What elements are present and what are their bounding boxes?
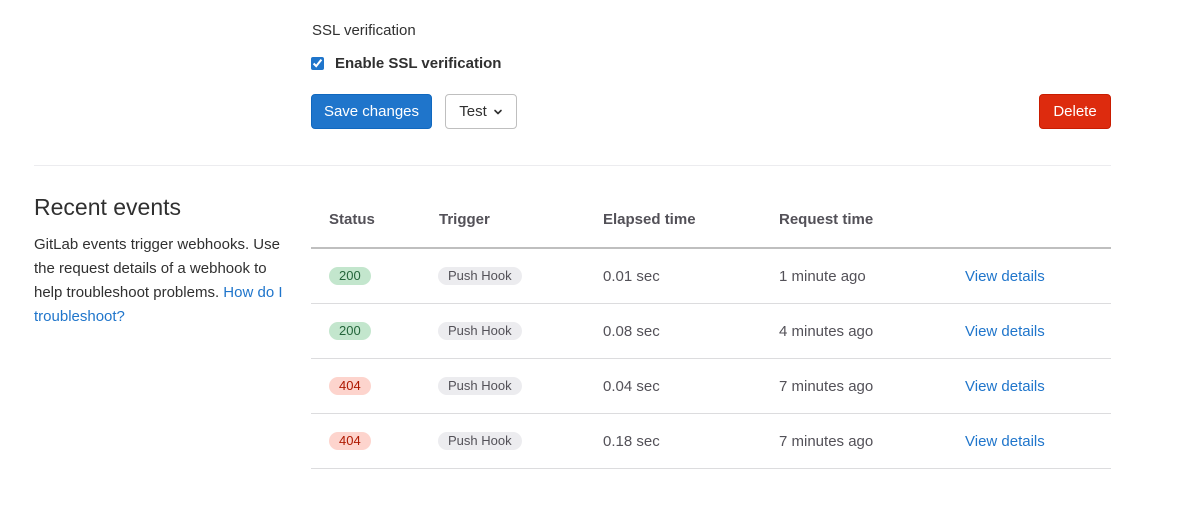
request-time: 4 minutes ago [779, 322, 874, 340]
trigger-badge: Push Hook [438, 377, 522, 395]
column-header-elapsed-time: Elapsed time [603, 211, 696, 228]
elapsed-time: 0.18 sec [603, 432, 660, 450]
request-time: 1 minute ago [779, 267, 866, 285]
ssl-verification-checkbox[interactable] [311, 57, 324, 70]
table-row: 200 Push Hook 0.08 sec 4 minutes ago Vie… [311, 304, 1111, 359]
trigger-badge: Push Hook [438, 267, 522, 285]
recent-events-table: Status Trigger Elapsed time Request time… [311, 196, 1111, 469]
elapsed-time: 0.01 sec [603, 267, 660, 285]
view-details-link[interactable]: View details [965, 323, 1045, 340]
table-header: Status Trigger Elapsed time Request time [311, 196, 1111, 249]
chevron-down-icon [493, 107, 503, 117]
ssl-verification-title: SSL verification [312, 22, 416, 39]
table-row: 404 Push Hook 0.04 sec 7 minutes ago Vie… [311, 359, 1111, 414]
test-label: Test [459, 103, 487, 120]
section-divider [34, 165, 1111, 166]
status-badge: 200 [329, 322, 371, 340]
view-details-link[interactable]: View details [965, 268, 1045, 285]
status-badge: 404 [329, 432, 371, 450]
view-details-link[interactable]: View details [965, 378, 1045, 395]
view-details-link[interactable]: View details [965, 433, 1045, 450]
status-badge: 404 [329, 377, 371, 395]
table-row: 404 Push Hook 0.18 sec 7 minutes ago Vie… [311, 414, 1111, 469]
request-time: 7 minutes ago [779, 377, 874, 395]
status-badge: 200 [329, 267, 371, 285]
save-changes-button[interactable]: Save changes [311, 94, 432, 129]
elapsed-time: 0.04 sec [603, 377, 660, 395]
column-header-trigger: Trigger [439, 211, 490, 228]
elapsed-time: 0.08 sec [603, 322, 660, 340]
test-dropdown-button[interactable]: Test [445, 94, 517, 129]
recent-events-heading: Recent events [34, 194, 182, 220]
trigger-badge: Push Hook [438, 322, 522, 340]
table-row: 200 Push Hook 0.01 sec 1 minute ago View… [311, 249, 1111, 304]
ssl-verification-label: Enable SSL verification [335, 55, 502, 72]
request-time: 7 minutes ago [779, 432, 874, 450]
recent-events-description: GitLab events trigger webhooks. Use the … [34, 233, 284, 329]
column-header-request-time: Request time [779, 211, 874, 228]
column-header-status: Status [329, 211, 375, 228]
trigger-badge: Push Hook [438, 432, 522, 450]
delete-button[interactable]: Delete [1039, 94, 1111, 129]
ssl-verification-option[interactable]: Enable SSL verification [311, 55, 501, 72]
